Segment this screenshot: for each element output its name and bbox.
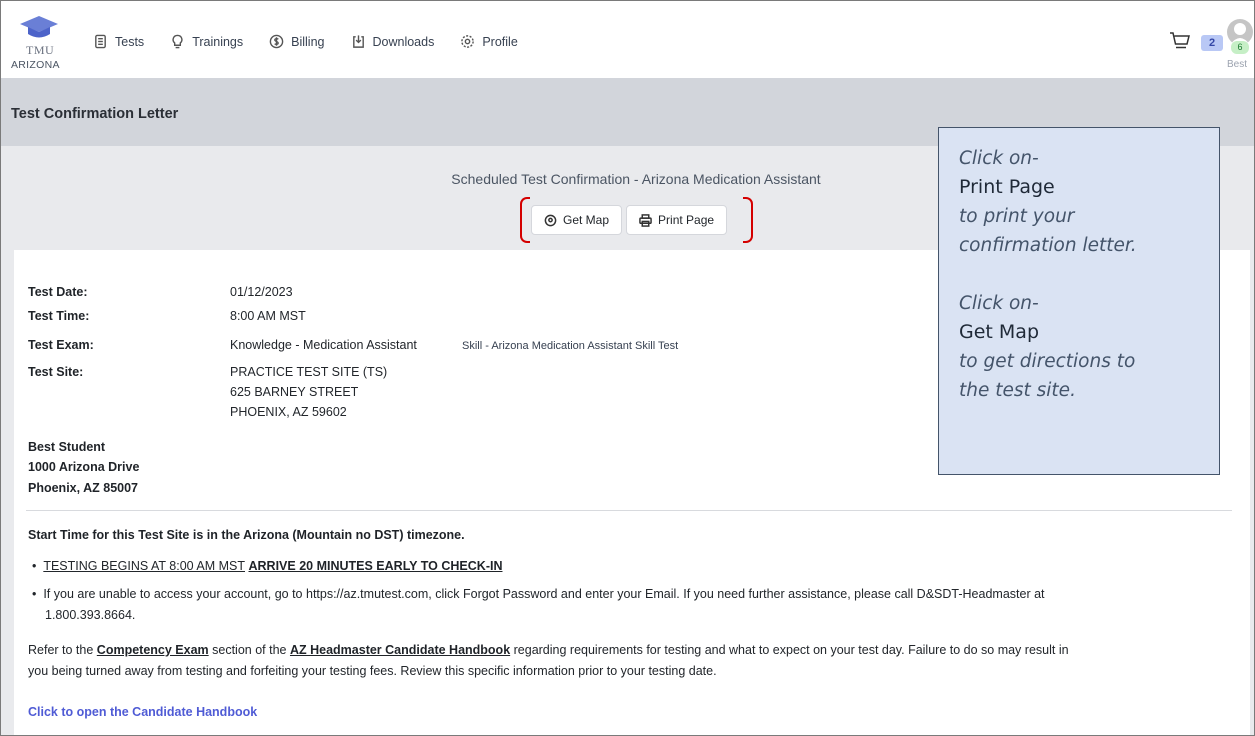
- nav-trainings-label: Trainings: [192, 34, 244, 49]
- callout-line: to get directions to: [959, 351, 1136, 372]
- candidate-address2: Phoenix, AZ 85007: [28, 481, 138, 495]
- main-nav: Tests Trainings Billing Downloads Profil…: [93, 34, 544, 49]
- nav-billing-label: Billing: [291, 34, 325, 49]
- open-handbook-link[interactable]: Click to open the Candidate Handbook: [28, 705, 257, 719]
- candidate-name: Best Student: [28, 440, 106, 454]
- site-street: 625 BARNEY STREET: [230, 385, 359, 399]
- nav-downloads[interactable]: Downloads: [351, 34, 435, 49]
- refer-text-b: section of the: [208, 643, 290, 657]
- test-site-label: Test Site:: [28, 365, 84, 379]
- test-exam-knowledge: Knowledge - Medication Assistant: [230, 338, 417, 352]
- nav-tests-label: Tests: [115, 34, 145, 49]
- site-name: PRACTICE TEST SITE (TS): [230, 365, 388, 379]
- cart-icon[interactable]: [1169, 31, 1191, 51]
- print-page-button[interactable]: Print Page: [626, 205, 728, 235]
- testing-begins-text: TESTING BEGINS AT 8:00 AM MST: [43, 559, 246, 573]
- nav-tests[interactable]: Tests: [93, 34, 144, 49]
- user-name: Best: [1227, 59, 1248, 70]
- callout-line: to print your: [959, 206, 1075, 227]
- graduation-cap-icon[interactable]: [19, 15, 59, 41]
- dollar-circle-icon: [269, 34, 284, 49]
- page-title: Test Confirmation Letter: [11, 106, 179, 122]
- highlight-bracket-left: [520, 197, 530, 243]
- account-help-text: If you are unable to access your account…: [43, 587, 1045, 601]
- nav-profile-label: Profile: [482, 34, 518, 49]
- callout-line: confirmation letter.: [959, 235, 1137, 256]
- test-exam-label: Test Exam:: [28, 338, 94, 352]
- print-page-label: Print Page: [658, 213, 715, 227]
- test-time-label: Test Time:: [28, 309, 90, 323]
- instruction-callout: Click on- Print Page to print your confi…: [938, 127, 1220, 475]
- nav-profile[interactable]: Profile: [460, 34, 518, 49]
- list-item: • If you are unable to access your accou…: [32, 587, 1045, 601]
- gear-icon: [461, 35, 475, 48]
- test-date-label: Test Date:: [28, 285, 88, 299]
- divider: [26, 510, 1232, 511]
- state-label: ARIZONA: [11, 59, 60, 71]
- lightbulb-icon: [172, 34, 183, 49]
- printer-icon: [639, 213, 652, 227]
- competency-exam-link[interactable]: Competency Exam: [97, 643, 209, 657]
- callout-line: Click on-: [959, 293, 1039, 314]
- bullet: •: [32, 587, 44, 601]
- callout-line: Click on-: [959, 148, 1039, 169]
- handbook-link-inline[interactable]: AZ Headmaster Candidate Handbook: [290, 643, 510, 657]
- highlight-bracket-right: [743, 197, 753, 243]
- get-map-button[interactable]: Get Map: [531, 205, 623, 235]
- download-icon: [352, 35, 364, 48]
- handbook-reference: Refer to the Competency Exam section of …: [28, 643, 1238, 657]
- callout-spacer: [959, 260, 1199, 289]
- top-navigation: TMU ARIZONA Tests Trainings Billing Down…: [1, 1, 1254, 78]
- nav-trainings[interactable]: Trainings: [170, 34, 243, 49]
- bullet: •: [32, 559, 44, 573]
- callout-get-map: Get Map: [959, 321, 1039, 343]
- logo-text: TMU: [26, 43, 55, 57]
- test-exam-skill: Skill - Arizona Medication Assistant Ski…: [462, 340, 679, 352]
- cart-count-badge[interactable]: 2: [1201, 35, 1223, 51]
- refer-text-line2: you being turned away from testing and f…: [28, 664, 717, 678]
- test-date-value: 01/12/2023: [230, 285, 293, 299]
- arrive-early-text: ARRIVE 20 MINUTES EARLY TO CHECK-IN: [248, 559, 503, 573]
- refer-text-a: Refer to the: [28, 643, 97, 657]
- get-map-label: Get Map: [563, 213, 610, 227]
- nav-downloads-label: Downloads: [372, 34, 435, 49]
- app-frame: TMU ARIZONA Tests Trainings Billing Down…: [0, 0, 1255, 736]
- callout-line: the test site.: [959, 380, 1076, 401]
- timezone-note: Start Time for this Test Site is in the …: [28, 528, 465, 542]
- user-level-badge: 6: [1231, 41, 1249, 54]
- site-city: PHOENIX, AZ 59602: [230, 405, 347, 419]
- refer-text-c: regarding requirements for testing and w…: [510, 643, 1069, 657]
- action-buttons: Get Map Print Page: [531, 205, 728, 235]
- map-pin-icon: [544, 214, 557, 226]
- nav-billing[interactable]: Billing: [269, 34, 325, 49]
- list-item: • TESTING BEGINS AT 8:00 AM MST ARRIVE 2…: [32, 559, 502, 573]
- callout-print-page: Print Page: [959, 176, 1055, 198]
- phone-number: 1.800.393.8664.: [45, 608, 136, 622]
- candidate-address1: 1000 Arizona Drive: [28, 460, 140, 474]
- document-icon: [95, 34, 106, 49]
- test-time-value: 8:00 AM MST: [230, 309, 306, 323]
